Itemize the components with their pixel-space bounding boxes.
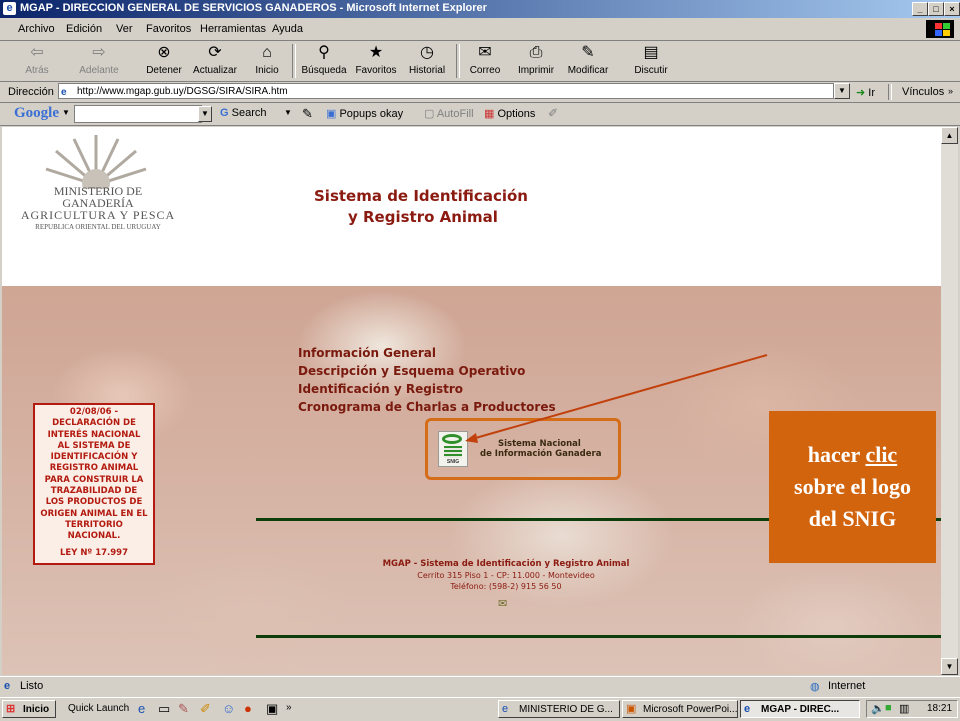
zone-text: Internet (828, 680, 866, 692)
google-g-icon: G (220, 107, 229, 119)
address-bar: Dirección e http://www.mgap.gub.uy/DGSG/… (0, 82, 960, 103)
window-title: MGAP - DIRECCION GENERAL DE SERVICIOS GA… (20, 2, 487, 14)
printer-icon: ⎙ (529, 44, 543, 61)
taskbar: ⊞ Inicio Quick Launch e ▭ ✎ ✐ ☺ ● ▣ » e MI… (0, 697, 960, 721)
windows-flag-icon: ⊞ (6, 703, 16, 715)
favorites-folder-icon: ★ (368, 44, 384, 61)
tool-icon[interactable]: ✐ (200, 701, 211, 717)
search-button[interactable]: ⚲ Búsqueda (299, 43, 349, 76)
media-icon[interactable]: ● (244, 701, 252, 716)
print-button[interactable]: ⎙ Imprimir (516, 43, 556, 76)
stop-icon: ⊗ (157, 44, 171, 61)
toolbar: ⇦ Atrás ⇨ Adelante ⊗ Detener ⟳ Actualizar ⌂ I… (0, 41, 960, 82)
edit-icon: ✎ (581, 44, 595, 61)
discuss-icon: ▤ (643, 44, 659, 61)
volume-icon[interactable]: 🔈 (871, 702, 885, 715)
show-desktop-icon[interactable]: ▭ (158, 701, 170, 717)
options-icon: ▦ (484, 108, 495, 120)
refresh-icon: ⟳ (208, 44, 222, 61)
folder-icon[interactable]: ▣ (266, 701, 278, 717)
home-button[interactable]: ⌂ Inicio (250, 43, 284, 76)
powerpoint-icon: ▣ (626, 703, 637, 715)
highlight-icon[interactable]: ✐ (548, 106, 558, 120)
back-arrow-icon: ⇦ (30, 44, 44, 61)
task-powerpoint[interactable]: ▣ Microsoft PowerPoi... (622, 700, 738, 718)
links-button[interactable]: Vínculos (902, 86, 944, 98)
web-page: MINISTERIO DE GANADERÍA AGRICULTURA Y PE… (2, 127, 941, 675)
menu-archivo[interactable]: Archivo (18, 23, 55, 35)
search-icon: ⚲ (318, 44, 330, 61)
google-logo[interactable]: Google (14, 105, 59, 122)
back-button[interactable]: ⇦ Atrás (20, 43, 54, 76)
task-mgap[interactable]: e MGAP - DIREC... (740, 700, 860, 718)
status-bar: e Listo ◍ Internet (0, 676, 960, 697)
mail-button[interactable]: ✉ Correo (466, 43, 504, 76)
history-button[interactable]: ◷ Historial (406, 43, 448, 76)
maximize-button[interactable]: □ (928, 2, 944, 16)
address-dropdown-button[interactable]: ▼ (834, 83, 850, 99)
menu-bar: Archivo Edición Ver Favoritos Herramient… (0, 18, 960, 41)
address-label: Dirección (8, 86, 54, 98)
google-search-input[interactable] (74, 105, 202, 123)
callout-arrow (465, 354, 768, 443)
network-icon[interactable]: ▥ (899, 702, 909, 715)
page-icon: e (61, 87, 67, 98)
status-page-icon: e (4, 680, 11, 692)
options-button[interactable]: ▦ Options (484, 107, 535, 120)
refresh-button[interactable]: ⟳ Actualizar (191, 43, 239, 76)
forward-arrow-icon: ⇨ (92, 44, 106, 61)
popups-button[interactable]: ▣ Popups okay (326, 107, 403, 120)
go-arrow-icon: ➜ (856, 87, 866, 99)
ie-window-icon-active: e (744, 703, 751, 715)
page-rank-icon[interactable]: ✎ (302, 106, 313, 122)
popup-blocker-icon: ▣ (326, 108, 337, 120)
internet-zone-icon: ◍ (810, 681, 820, 693)
favorites-button[interactable]: ★ Favoritos (354, 43, 398, 76)
close-button[interactable]: × (944, 2, 960, 16)
start-button[interactable]: ⊞ Inicio (2, 700, 56, 718)
scroll-down-button[interactable]: ▼ (941, 658, 958, 675)
quick-launch-more-icon[interactable]: » (286, 702, 292, 713)
autofill-button[interactable]: ▢ AutoFill (424, 107, 474, 120)
menu-herramientas[interactable]: Herramientas (200, 23, 266, 35)
links-chevron-icon[interactable]: » (948, 86, 953, 96)
title-bar[interactable]: e MGAP - DIRECCION GENERAL DE SERVICIOS … (0, 0, 960, 18)
google-search-dropdown[interactable]: ▼ (198, 106, 212, 122)
menu-ayuda[interactable]: Ayuda (272, 23, 303, 35)
vertical-scrollbar[interactable]: ▲ ▼ (941, 127, 958, 675)
outlook-icon[interactable]: ✎ (178, 701, 189, 717)
ie-window-icon: e (502, 703, 509, 715)
windows-logo-icon (926, 20, 954, 38)
go-button[interactable]: ➜ Ir (856, 86, 875, 99)
menu-ver[interactable]: Ver (116, 23, 133, 35)
history-icon: ◷ (420, 44, 434, 61)
task-ministerio[interactable]: e MINISTERIO DE G... (498, 700, 620, 718)
status-text: Listo (20, 680, 44, 692)
minimize-button[interactable]: _ (912, 2, 928, 16)
edit-button[interactable]: ✎ Modificar (566, 43, 610, 76)
menu-edicion[interactable]: Edición (66, 23, 102, 35)
discuss-button[interactable]: ▤ Discutir (632, 43, 670, 76)
language-icon[interactable]: ■ (885, 702, 892, 714)
mail-icon: ✉ (478, 44, 492, 61)
clock[interactable]: 18:21 (927, 703, 952, 714)
ie-icon: e (3, 2, 16, 15)
system-tray: 🔈 ■ ▥ 18:21 (866, 700, 958, 718)
google-menu-chevron-icon[interactable]: ▼ (62, 108, 70, 117)
home-icon: ⌂ (262, 44, 272, 61)
search-options-chevron-icon[interactable]: ▼ (284, 108, 292, 117)
scroll-up-button[interactable]: ▲ (941, 127, 958, 144)
ie-launch-icon[interactable]: e (138, 701, 145, 716)
messenger-icon[interactable]: ☺ (222, 701, 235, 716)
quick-launch-label: Quick Launch (68, 703, 130, 714)
address-input[interactable]: e http://www.mgap.gub.uy/DGSG/SIRA/SIRA.… (58, 83, 834, 99)
stop-button[interactable]: ⊗ Detener (142, 43, 186, 76)
google-toolbar: Google ▼ ▼ G Search ▼ ✎ ▣ Popups okay ▢ … (0, 103, 960, 126)
google-search-button[interactable]: G Search (220, 107, 266, 119)
forward-button[interactable]: ⇨ Adelante (76, 43, 122, 76)
menu-favoritos[interactable]: Favoritos (146, 23, 191, 35)
